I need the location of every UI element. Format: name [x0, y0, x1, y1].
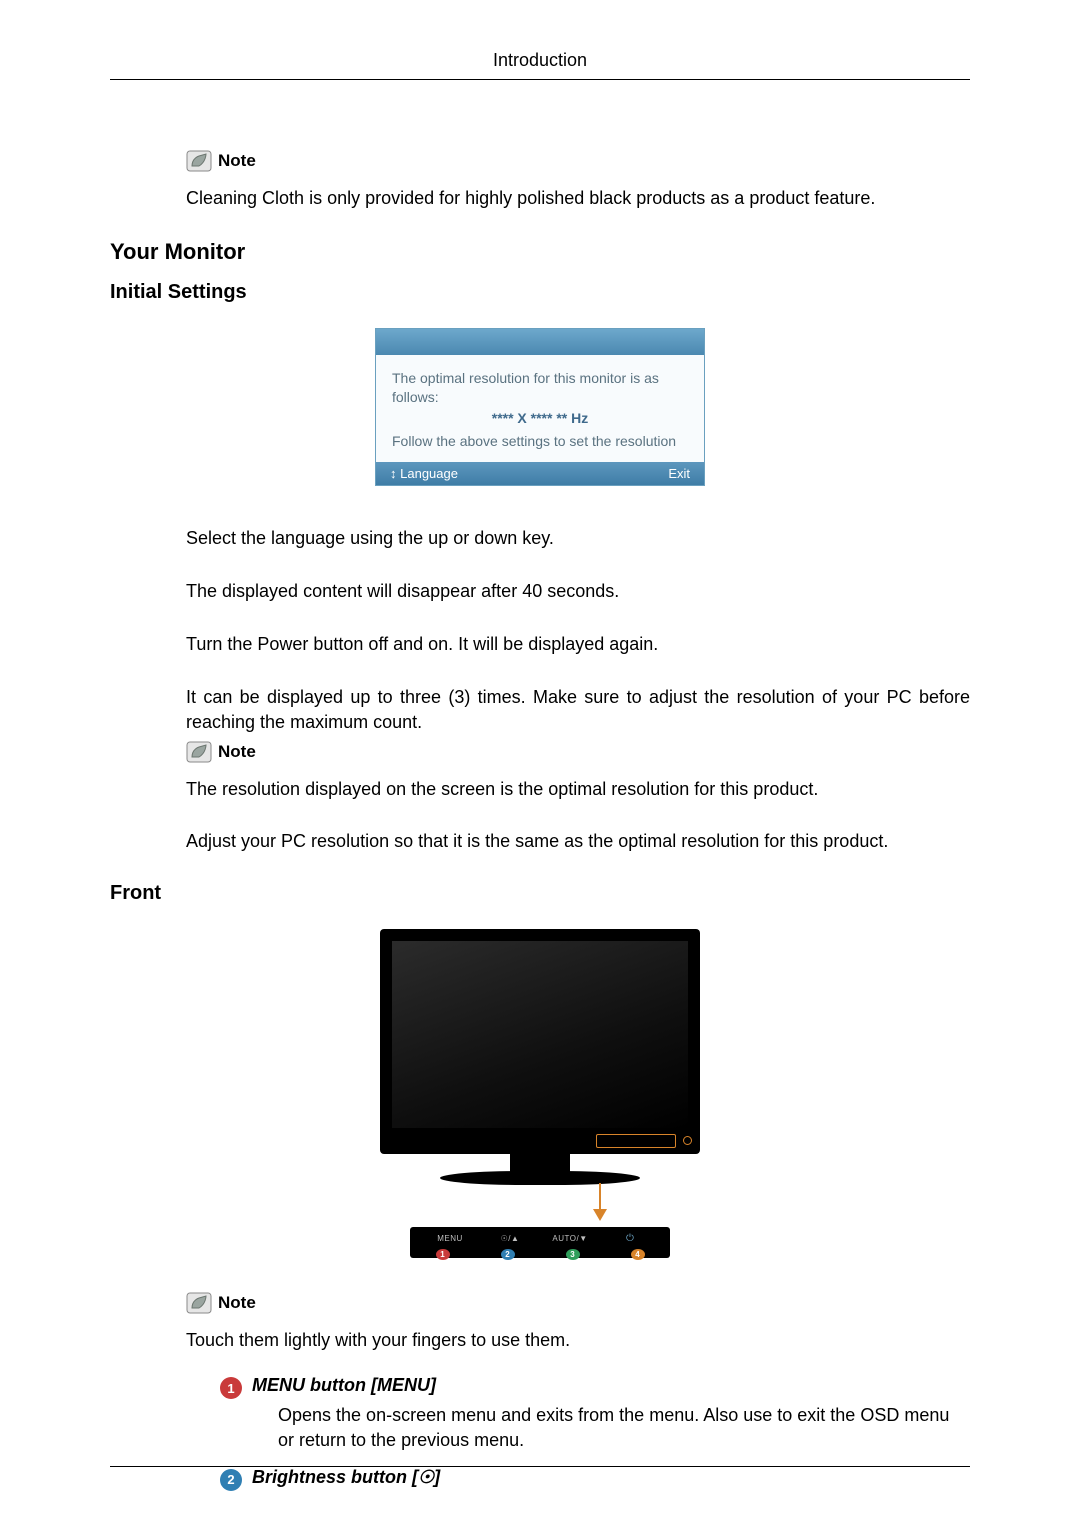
monitor-screen [392, 941, 688, 1128]
note-block-1: Note [186, 150, 970, 172]
initial-settings-heading: Initial Settings [110, 281, 970, 304]
osd-footer: Language Exit [376, 462, 704, 485]
note-label: Note [218, 1293, 256, 1313]
note-block-3: Note [186, 1292, 970, 1314]
menu-button-desc: Opens the on-screen menu and exits from … [278, 1403, 970, 1453]
initial-p2: The displayed content will disappear aft… [186, 579, 970, 604]
touch-note-text: Touch them lightly with your fingers to … [186, 1328, 970, 1353]
button-power[interactable]: ⏻ [607, 1233, 653, 1244]
monitor-front-figure: MENU ☉/▲ AUTO/▼ ⏻ 1 2 3 4 [380, 929, 700, 1258]
button-bar-zoom: MENU ☉/▲ AUTO/▼ ⏻ 1 2 3 4 [410, 1227, 670, 1258]
header-rule [110, 79, 970, 80]
callout-arrow [380, 1183, 700, 1221]
menu-button-title: MENU button [MENU] [252, 1375, 436, 1396]
osd-line3: Follow the above settings to set the res… [392, 432, 688, 451]
callout-2-badge: 2 [220, 1469, 242, 1491]
your-monitor-heading: Your Monitor [110, 239, 970, 265]
initial-p5: The resolution displayed on the screen i… [186, 777, 970, 802]
note-icon [186, 150, 212, 172]
callout-item-1: 1 MENU button [MENU] [220, 1375, 970, 1399]
monitor-bezel [380, 929, 700, 1154]
callout-number-strip: 1 2 3 4 [410, 1249, 670, 1260]
button-brightness-up[interactable]: ☉/▲ [487, 1234, 533, 1243]
osd-titlebar [376, 329, 704, 355]
osd-line1: The optimal resolution for this monitor … [392, 369, 688, 407]
callout-1-badge: 1 [220, 1377, 242, 1399]
callout-item-2: 2 Brightness button [☉] [220, 1467, 970, 1491]
cleaning-cloth-note: Cleaning Cloth is only provided for high… [186, 186, 970, 211]
note-icon [186, 1292, 212, 1314]
note-label: Note [218, 151, 256, 171]
osd-resolution-line: **** X **** ** Hz [392, 409, 688, 428]
note-label: Note [218, 742, 256, 762]
callout-1-icon: 1 [436, 1249, 450, 1260]
note-icon [186, 741, 212, 763]
touch-button-highlight [596, 1134, 676, 1148]
osd-body: The optimal resolution for this monitor … [376, 355, 704, 463]
page-header-title: Introduction [110, 50, 970, 71]
initial-p6: Adjust your PC resolution so that it is … [186, 829, 970, 854]
osd-exit-button[interactable]: Exit [668, 466, 690, 481]
note-block-2: Note [186, 741, 970, 763]
power-led-indicator [683, 1136, 692, 1145]
brightness-button-title: Brightness button [☉] [252, 1467, 440, 1488]
callout-3-icon: 3 [566, 1249, 580, 1260]
osd-dialog: The optimal resolution for this monitor … [375, 328, 705, 487]
osd-language-button[interactable]: Language [390, 466, 458, 481]
initial-p1: Select the language using the up or down… [186, 526, 970, 551]
callout-4-icon: 4 [631, 1249, 645, 1260]
button-auto-down[interactable]: AUTO/▼ [547, 1234, 593, 1243]
initial-p4: It can be displayed up to three (3) time… [186, 685, 970, 735]
callout-2-icon: 2 [501, 1249, 515, 1260]
initial-p3: Turn the Power button off and on. It wil… [186, 632, 970, 657]
front-heading: Front [110, 882, 970, 905]
button-menu[interactable]: MENU [427, 1234, 473, 1243]
footer-rule [110, 1466, 970, 1467]
